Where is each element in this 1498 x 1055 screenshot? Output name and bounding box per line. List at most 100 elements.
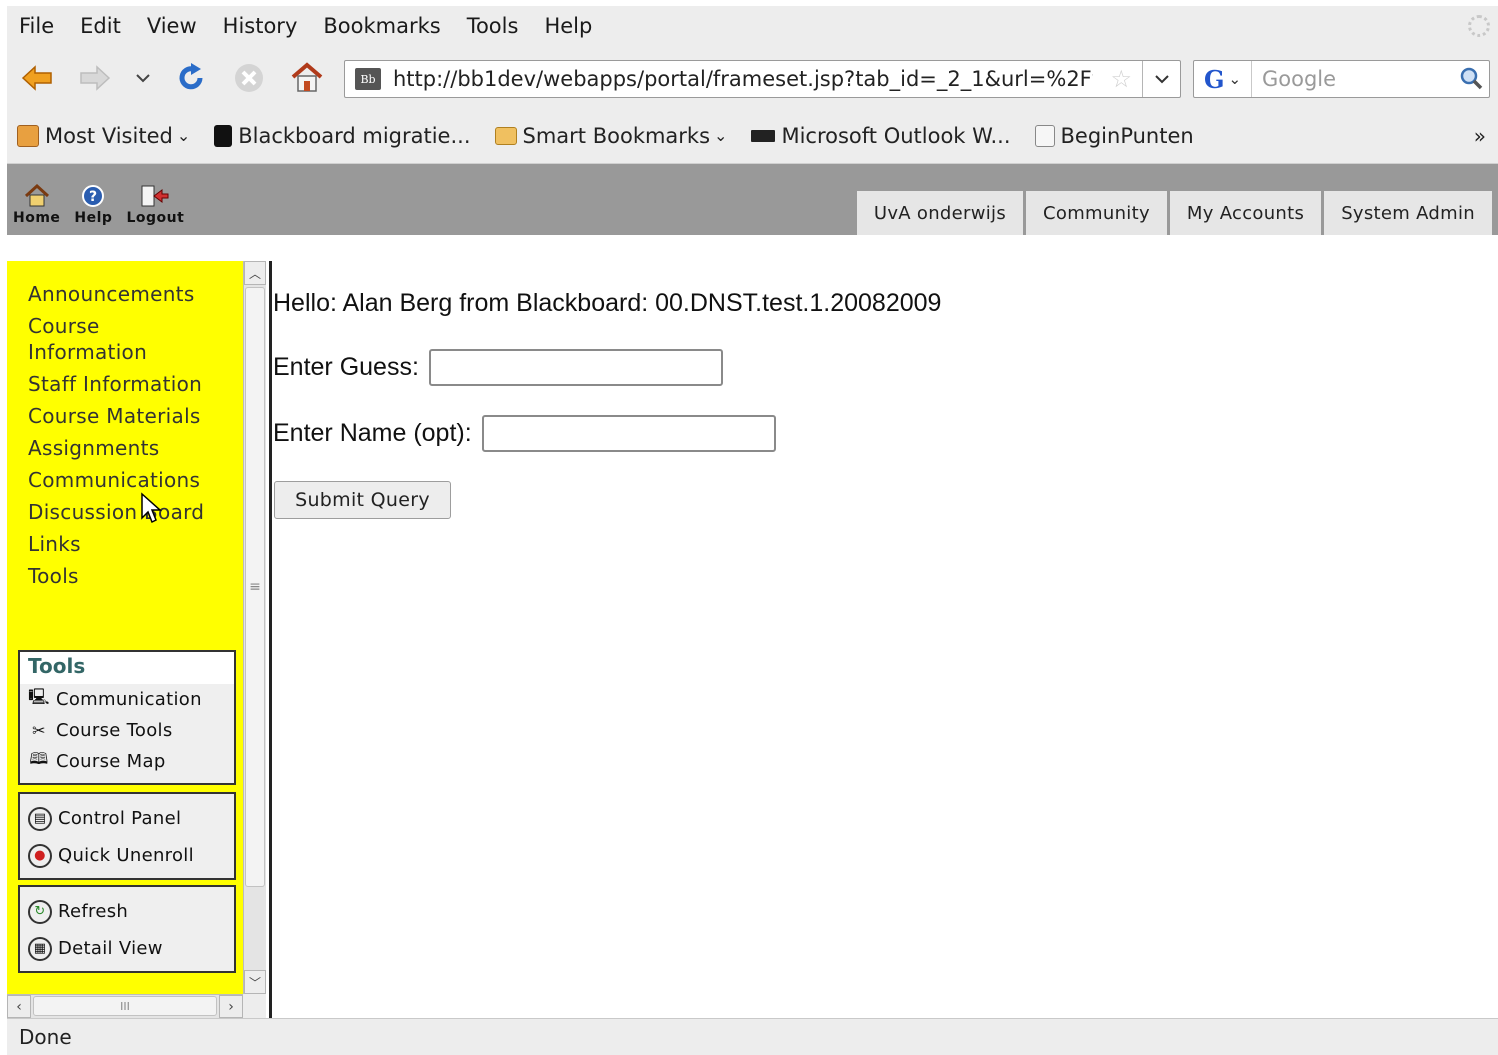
detail-view-icon: ▦ bbox=[28, 936, 52, 961]
course-menu-assignments[interactable]: Assignments bbox=[28, 435, 228, 461]
unenroll-icon: ● bbox=[28, 843, 52, 868]
url-dropdown-button[interactable] bbox=[1142, 61, 1180, 97]
scroll-left-button[interactable]: ‹ bbox=[7, 995, 31, 1018]
bookmark-blackboard-migratie[interactable]: Blackboard migratie... bbox=[214, 124, 471, 148]
forward-arrow-icon bbox=[80, 65, 111, 91]
home-button[interactable] bbox=[287, 58, 327, 98]
menu-file[interactable]: File bbox=[19, 14, 54, 38]
chevron-down-icon: ⌄ bbox=[176, 126, 191, 145]
stop-button[interactable] bbox=[229, 58, 269, 98]
submit-query-button[interactable]: Submit Query bbox=[274, 481, 451, 519]
quick-unenroll-link[interactable]: ● Quick Unenroll bbox=[20, 837, 234, 874]
menu-history[interactable]: History bbox=[223, 14, 298, 38]
menu-bookmarks[interactable]: Bookmarks bbox=[323, 14, 440, 38]
logout-link-label: Logout bbox=[126, 210, 185, 226]
logout-link[interactable]: Logout bbox=[126, 184, 184, 226]
course-menu-discussion-board[interactable]: Discussion Board bbox=[28, 499, 228, 525]
address-bar[interactable]: Bb http://bb1dev/webapps/portal/frameset… bbox=[344, 60, 1181, 98]
help-icon: ? bbox=[81, 184, 105, 210]
guess-row: Enter Guess: bbox=[273, 349, 723, 386]
bookmark-label: Smart Bookmarks bbox=[522, 123, 711, 148]
outlook-icon bbox=[751, 129, 776, 142]
home-link-label: Home bbox=[13, 210, 61, 226]
reload-button[interactable] bbox=[171, 58, 211, 98]
bookmarks-overflow-button[interactable]: » bbox=[1474, 124, 1486, 148]
tab-my-accounts[interactable]: My Accounts bbox=[1169, 191, 1322, 235]
menu-edit[interactable]: Edit bbox=[80, 14, 121, 38]
name-row: Enter Name (opt): bbox=[273, 415, 776, 452]
back-button[interactable] bbox=[17, 58, 57, 98]
tab-uva-onderwijs[interactable]: UvA onderwijs bbox=[856, 191, 1024, 235]
scroll-down-button[interactable]: ﹀ bbox=[244, 970, 266, 994]
content-frame: Hello: Alan Berg from Blackboard: 00.DNS… bbox=[272, 261, 1498, 1018]
tools-icon: ✂ bbox=[32, 721, 46, 740]
view-box: ↻ Refresh ▦ Detail View bbox=[18, 885, 236, 973]
monitor-icon: 🖳 bbox=[28, 687, 50, 706]
browser-window: File Edit View History Bookmarks Tools H… bbox=[7, 6, 1498, 1055]
search-placeholder[interactable]: Google bbox=[1262, 67, 1336, 91]
forward-button[interactable] bbox=[75, 58, 115, 98]
tab-bar: UvA onderwijs Community My Accounts Syst… bbox=[854, 191, 1492, 235]
tools-course-map[interactable]: 🕮 Course Map bbox=[20, 746, 234, 777]
blackboard-header: Home ? Help Logout UvA onderwijs Communi… bbox=[7, 164, 1498, 235]
help-link[interactable]: ? Help bbox=[74, 184, 112, 226]
chevron-down-icon bbox=[136, 74, 150, 83]
tools-communication[interactable]: 🖳 Communication bbox=[20, 684, 234, 715]
header-icons: Home ? Help Logout bbox=[13, 183, 198, 226]
back-arrow-icon bbox=[21, 65, 52, 91]
help-link-label: Help bbox=[74, 210, 113, 226]
url-text[interactable]: http://bb1dev/webapps/portal/frameset.js… bbox=[393, 67, 1093, 91]
reload-icon bbox=[179, 63, 203, 90]
search-engine-button[interactable]: G ⌄ bbox=[1194, 61, 1252, 97]
guess-input[interactable] bbox=[428, 349, 723, 386]
search-bar[interactable]: G ⌄ Google bbox=[1193, 60, 1490, 98]
blackboard-icon bbox=[214, 124, 233, 147]
site-favicon: Bb bbox=[355, 68, 381, 90]
course-menu-course-materials[interactable]: Course Materials bbox=[28, 403, 228, 429]
refresh-link[interactable]: ↻ Refresh bbox=[20, 893, 234, 930]
folder-icon bbox=[17, 124, 39, 147]
course-menu-staff-information[interactable]: Staff Information bbox=[28, 371, 228, 397]
header-spacer bbox=[7, 235, 1498, 261]
tools-course-tools[interactable]: ✂ Course Tools bbox=[20, 715, 234, 746]
scroll-up-button[interactable]: ︿ bbox=[244, 261, 266, 285]
control-panel-label: Control Panel bbox=[58, 808, 182, 829]
bookmark-label: Most Visited bbox=[45, 123, 173, 148]
course-menu-vertical-scrollbar[interactable]: ︿ ≡ ﹀ bbox=[243, 261, 266, 994]
course-menu-links[interactable]: Links bbox=[28, 531, 228, 557]
horizontal-scroll-thumb[interactable]: III bbox=[33, 996, 217, 1016]
bookmark-star-icon[interactable]: ☆ bbox=[1110, 65, 1132, 93]
bookmark-beginpunten[interactable]: BeginPunten bbox=[1034, 124, 1194, 148]
menu-help[interactable]: Help bbox=[544, 14, 592, 38]
scroll-right-button[interactable]: › bbox=[219, 995, 243, 1018]
menu-view[interactable]: View bbox=[147, 14, 197, 38]
bookmark-most-visited[interactable]: Most Visited ⌄ bbox=[17, 124, 190, 148]
bookmark-smart-bookmarks[interactable]: Smart Bookmarks ⌄ bbox=[494, 123, 727, 148]
course-menu-course-information[interactable]: Course Information bbox=[28, 313, 158, 365]
vertical-scroll-thumb[interactable]: ≡ bbox=[245, 287, 265, 887]
name-input[interactable] bbox=[481, 415, 776, 452]
course-menu-tools[interactable]: Tools bbox=[28, 563, 228, 589]
detail-view-link[interactable]: ▦ Detail View bbox=[20, 930, 234, 967]
bookmark-label: Microsoft Outlook W... bbox=[781, 123, 1011, 148]
page-icon bbox=[1034, 124, 1055, 147]
stop-icon bbox=[235, 64, 263, 92]
menu-tools[interactable]: Tools bbox=[467, 14, 519, 38]
bookmark-microsoft-outlook[interactable]: Microsoft Outlook W... bbox=[751, 123, 1011, 148]
tab-system-admin[interactable]: System Admin bbox=[1324, 191, 1492, 235]
course-menu-horizontal-scrollbar[interactable]: ‹ III › bbox=[7, 994, 243, 1018]
control-panel-link[interactable]: ▤ Control Panel bbox=[20, 800, 234, 837]
history-dropdown-button[interactable] bbox=[123, 58, 163, 98]
tools-box: Tools 🖳 Communication ✂ Course Tools 🕮 C… bbox=[18, 650, 236, 785]
search-icon[interactable] bbox=[1459, 66, 1483, 96]
home-icon bbox=[24, 183, 50, 210]
throbber-icon bbox=[1468, 15, 1490, 37]
refresh-label: Refresh bbox=[58, 901, 129, 922]
quick-unenroll-label: Quick Unenroll bbox=[58, 845, 194, 866]
home-link[interactable]: Home bbox=[13, 183, 61, 226]
course-menu-announcements[interactable]: Announcements bbox=[28, 281, 228, 307]
detail-view-label: Detail View bbox=[58, 938, 163, 959]
refresh-icon: ↻ bbox=[28, 899, 52, 924]
tab-community[interactable]: Community bbox=[1026, 191, 1167, 235]
course-menu-communications[interactable]: Communications bbox=[28, 467, 228, 493]
